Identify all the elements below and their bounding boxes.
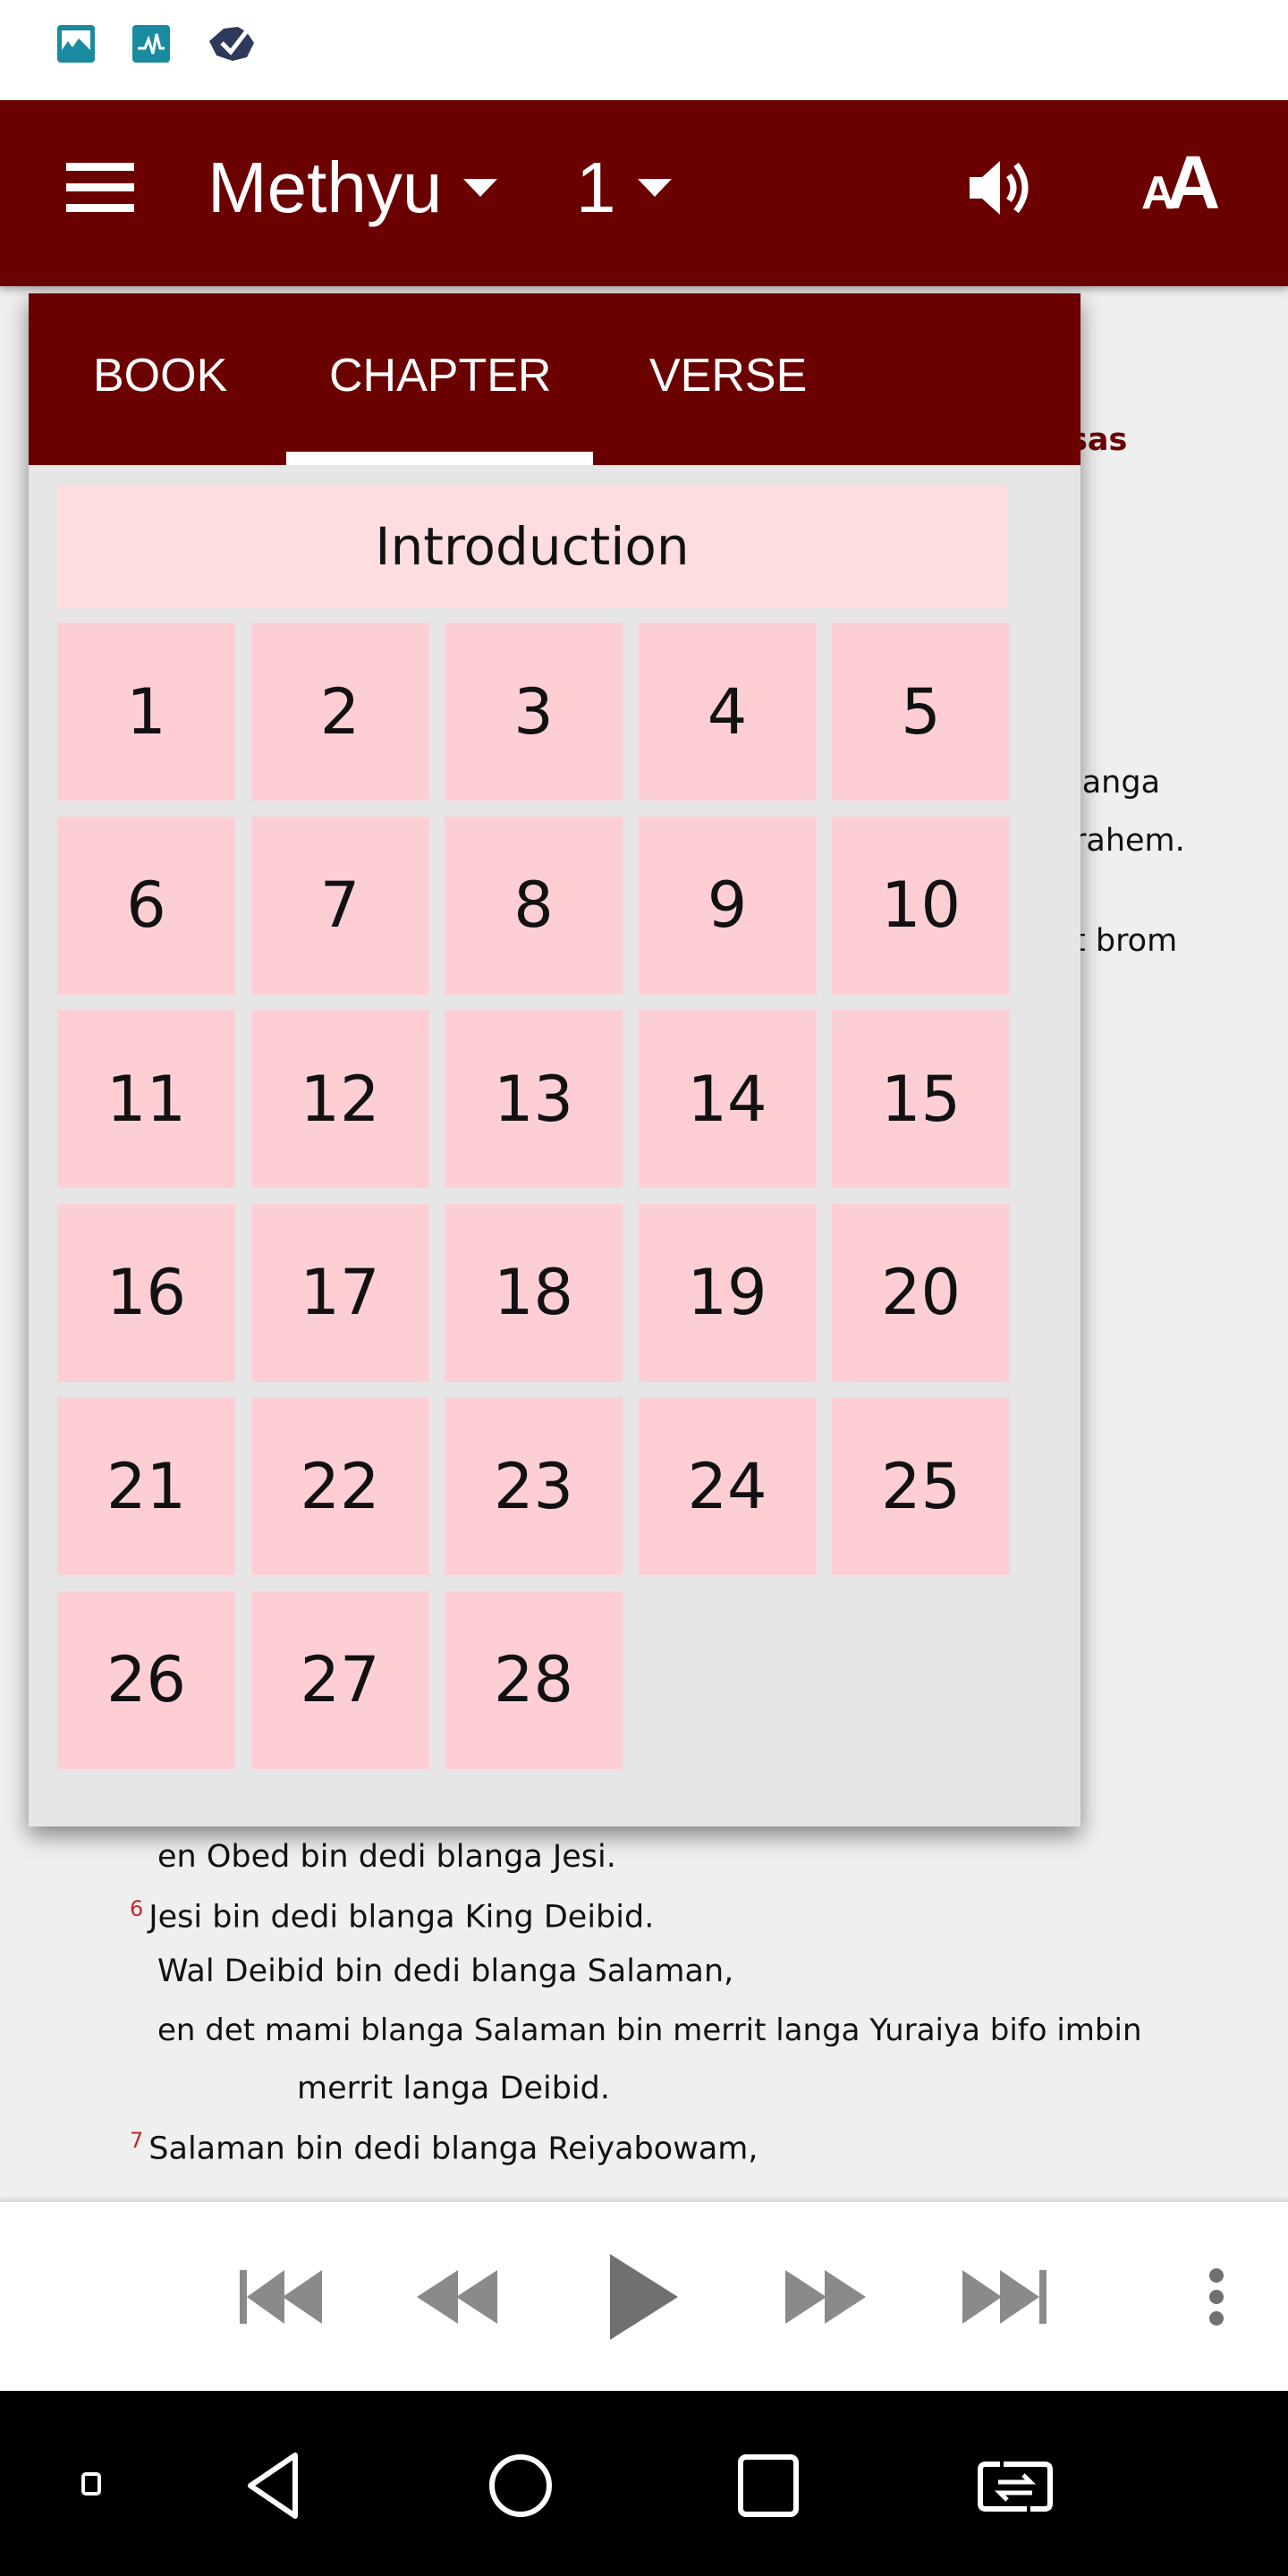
verse-line: en Obed bin dedi blanga Jesi. bbox=[157, 1839, 616, 1875]
chapter-cell-12[interactable]: 12 bbox=[250, 1010, 429, 1188]
chapter-cell-13[interactable]: 13 bbox=[445, 1010, 623, 1188]
book-selector[interactable]: Methyu bbox=[208, 147, 498, 229]
chapter-cell-11[interactable]: 11 bbox=[57, 1010, 235, 1188]
verse-text: Jesi bin dedi blanga King Deibid. bbox=[148, 1899, 655, 1936]
chevron-down-icon bbox=[463, 179, 498, 197]
chapter-cell-5[interactable]: 5 bbox=[832, 623, 1010, 801]
rewind-icon[interactable] bbox=[417, 2268, 499, 2326]
chapter-cell-23[interactable]: 23 bbox=[445, 1397, 623, 1575]
more-vert-icon[interactable] bbox=[1206, 2267, 1227, 2327]
back-icon[interactable] bbox=[242, 2450, 304, 2521]
recents-icon[interactable] bbox=[737, 2453, 800, 2518]
chapter-cell-27[interactable]: 27 bbox=[250, 1590, 429, 1769]
text-fragment: langa bbox=[1073, 765, 1161, 801]
tab-chapter[interactable]: CHAPTER bbox=[329, 349, 551, 402]
status-bar bbox=[0, 0, 1288, 100]
chapter-cell-9[interactable]: 9 bbox=[638, 816, 817, 995]
verse-number: 7 bbox=[130, 2128, 144, 2153]
skip-to-end-icon[interactable] bbox=[962, 2268, 1048, 2326]
rotate-icon[interactable] bbox=[977, 2461, 1054, 2512]
menu-icon[interactable] bbox=[66, 163, 134, 213]
chapter-cell-25[interactable]: 25 bbox=[832, 1397, 1010, 1575]
app-bar: Methyu 1 AA bbox=[0, 100, 1288, 286]
chapter-cell-6[interactable]: 6 bbox=[57, 816, 235, 995]
chapter-cell-10[interactable]: 10 bbox=[832, 816, 1010, 995]
small-square-icon[interactable] bbox=[80, 2471, 102, 2496]
chapter-cell-17[interactable]: 17 bbox=[250, 1203, 429, 1382]
chapter-cell-26[interactable]: 26 bbox=[57, 1590, 235, 1769]
chapter-cell-16[interactable]: 16 bbox=[57, 1203, 235, 1382]
chapter-cell-15[interactable]: 15 bbox=[832, 1010, 1010, 1188]
skip-to-start-icon[interactable] bbox=[240, 2268, 326, 2326]
verse-text: en det mami blanga Salaman bin merrit la… bbox=[157, 2012, 1142, 2048]
verse-line: en det mami blanga Salaman bin merrit la… bbox=[157, 2012, 1142, 2048]
chapter-cell-7[interactable]: 7 bbox=[250, 816, 429, 995]
chapter-cell-20[interactable]: 20 bbox=[832, 1203, 1010, 1382]
audio-player-bar bbox=[0, 2202, 1288, 2391]
chapter-cell-21[interactable]: 21 bbox=[57, 1397, 235, 1575]
chapter-cell-22[interactable]: 22 bbox=[250, 1397, 429, 1575]
gallery-icon bbox=[57, 25, 95, 63]
chapter-picker-popup: BOOK CHAPTER VERSE Introduction 12345678… bbox=[29, 293, 1080, 1826]
play-icon[interactable] bbox=[610, 2254, 678, 2340]
chapter-cell-24[interactable]: 24 bbox=[638, 1397, 817, 1575]
chapter-cell-18[interactable]: 18 bbox=[445, 1203, 623, 1382]
home-icon[interactable] bbox=[488, 2453, 553, 2518]
introduction-button[interactable]: Introduction bbox=[57, 485, 1007, 608]
verse-text: en Obed bin dedi blanga Jesi. bbox=[157, 1839, 616, 1875]
verse-line: Wal Deibid bin dedi blanga Salaman, bbox=[157, 1953, 733, 1989]
chapter-cell-28[interactable]: 28 bbox=[445, 1590, 623, 1769]
verse-number: 6 bbox=[130, 1896, 144, 1921]
chapter-cell-3[interactable]: 3 bbox=[445, 623, 623, 801]
verse-line: 7 Salaman bin dedi blanga Reiyabowam, bbox=[130, 2128, 758, 2167]
chapter-cell-14[interactable]: 14 bbox=[638, 1010, 817, 1188]
verse-text: merrit langa Deibid. bbox=[297, 2071, 610, 2106]
book-name: Methyu bbox=[208, 148, 443, 227]
chapter-cell-8[interactable]: 8 bbox=[445, 816, 623, 995]
chapter-cell-1[interactable]: 1 bbox=[57, 623, 235, 801]
tab-verse[interactable]: VERSE bbox=[649, 349, 807, 402]
text-fragment: t brom bbox=[1073, 923, 1178, 959]
picker-tabs: BOOK CHAPTER VERSE bbox=[29, 293, 1080, 465]
chevron-down-icon bbox=[637, 179, 672, 197]
chapter-cell-19[interactable]: 19 bbox=[638, 1203, 817, 1382]
verse-text: Salaman bin dedi blanga Reiyabowam, bbox=[148, 2131, 758, 2167]
chapter-cell-2[interactable]: 2 bbox=[250, 623, 429, 801]
text-fragment: rahem. bbox=[1073, 823, 1185, 859]
activity-icon bbox=[132, 25, 170, 63]
system-nav-bar bbox=[0, 2391, 1288, 2576]
australia-map-check-icon bbox=[209, 27, 254, 61]
speaker-icon[interactable] bbox=[966, 152, 1038, 224]
verse-line: 6 Jesi bin dedi blanga King Deibid. bbox=[130, 1896, 654, 1936]
chapter-number: 1 bbox=[576, 148, 616, 227]
text-size-icon[interactable]: AA bbox=[1141, 140, 1220, 226]
active-tab-indicator bbox=[286, 452, 593, 465]
verse-text: Wal Deibid bin dedi blanga Salaman, bbox=[157, 1953, 734, 1989]
chapter-selector[interactable]: 1 bbox=[576, 147, 672, 229]
verse-line: merrit langa Deibid. bbox=[297, 2071, 610, 2106]
chapter-cell-4[interactable]: 4 bbox=[638, 623, 817, 801]
fast-forward-icon[interactable] bbox=[785, 2268, 868, 2326]
tab-book[interactable]: BOOK bbox=[93, 349, 227, 402]
